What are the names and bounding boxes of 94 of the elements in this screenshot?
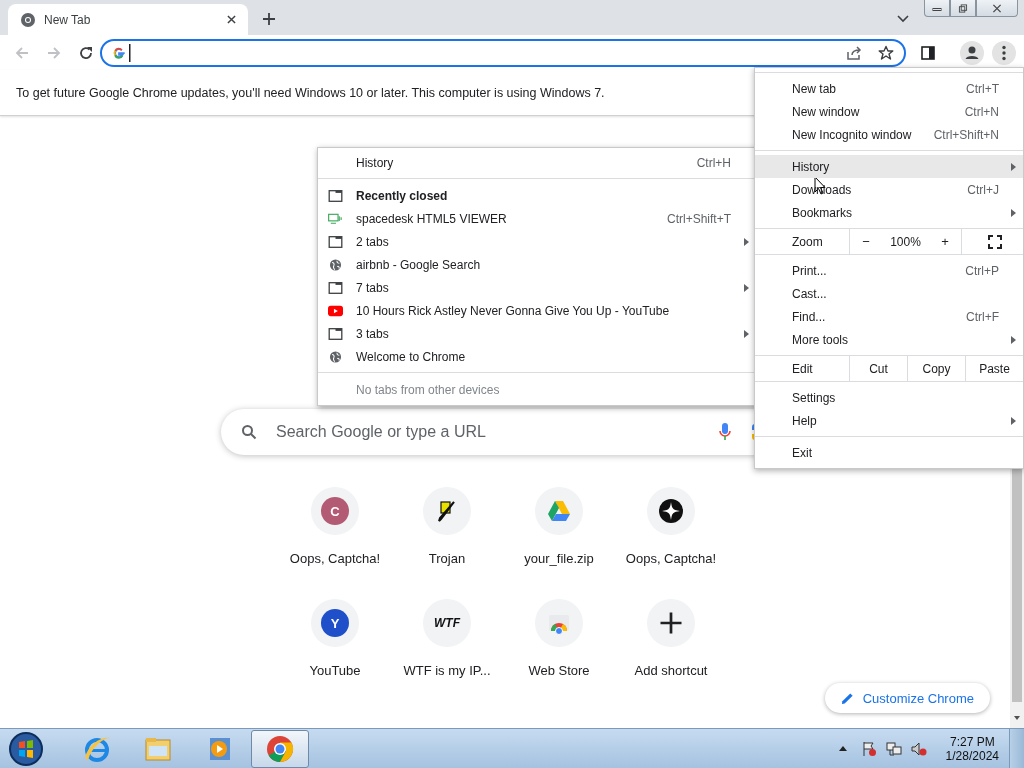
shortcut-label: Add shortcut <box>634 663 708 678</box>
menu-item[interactable]: Cast... <box>755 282 1023 305</box>
monitor-icon <box>328 212 343 225</box>
clock[interactable]: 7:27 PM 1/28/2024 <box>945 734 999 763</box>
menu-item[interactable]: Settings <box>755 386 1023 409</box>
menu-item[interactable]: History <box>755 155 1023 178</box>
text-cursor-icon <box>129 43 131 62</box>
profile-icon[interactable] <box>960 40 984 65</box>
shortcut-tile[interactable]: Web Store <box>503 599 615 711</box>
chrome-taskbar-button[interactable] <box>251 729 309 768</box>
fullscreen-icon[interactable] <box>987 234 1002 249</box>
pencil-icon <box>840 691 854 705</box>
chrome-icon <box>20 11 36 28</box>
menu-item[interactable]: Exit <box>755 441 1023 464</box>
google-icon <box>112 45 126 60</box>
menu-item[interactable]: Find... Ctrl+F <box>755 305 1023 328</box>
zoom-in-button[interactable]: + <box>937 234 953 249</box>
globe-icon <box>328 258 343 271</box>
search-icon <box>241 424 257 440</box>
reload-icon[interactable] <box>78 44 94 61</box>
menu-item[interactable]: Bookmarks <box>755 201 1023 224</box>
shortcut-tile[interactable]: your_file.zip <box>503 487 615 599</box>
share-icon[interactable] <box>846 44 862 61</box>
restore-icon <box>958 3 968 13</box>
search-field[interactable]: Search Google or type a URL <box>274 422 719 442</box>
menu-item[interactable]: New window Ctrl+N <box>755 100 1023 123</box>
side-panel-icon[interactable] <box>920 44 936 61</box>
shortcut-tile[interactable]: Add shortcut <box>615 599 727 711</box>
edit-action-button[interactable]: Paste <box>965 356 1023 381</box>
shortcut-label: YouTube <box>309 663 361 678</box>
letter-avatar: C <box>321 497 349 525</box>
empty-message: No tabs from other devices <box>356 382 500 397</box>
star-icon[interactable] <box>878 44 894 61</box>
menu-item[interactable]: 3 tabs <box>318 322 756 345</box>
minimize-button[interactable] <box>924 0 950 17</box>
letter-avatar: Y <box>321 609 349 637</box>
network-icon[interactable] <box>885 740 902 757</box>
shortcut-label: Oops, Captcha! <box>289 551 381 566</box>
start-button[interactable] <box>8 730 44 767</box>
close-icon[interactable] <box>227 15 236 24</box>
menu-item[interactable]: spacedesk HTML5 VIEWER Ctrl+Shift+T <box>318 207 756 230</box>
volume-icon[interactable] <box>910 740 927 757</box>
window-icon <box>328 189 343 202</box>
shortcut-tile[interactable]: WTF WTF is my IP... <box>391 599 503 711</box>
window-icon <box>328 235 343 248</box>
menu-item[interactable]: Help <box>755 409 1023 432</box>
close-button[interactable] <box>976 0 1018 17</box>
shortcut-tile[interactable]: Trojan <box>391 487 503 599</box>
browser-tab[interactable]: New Tab <box>8 4 248 35</box>
chrome-icon <box>265 733 295 764</box>
shortcut-tile[interactable]: Y YouTube <box>279 599 391 711</box>
site-logo: WTF <box>434 616 460 630</box>
zoom-level: 100% <box>890 234 921 249</box>
zoom-out-button[interactable]: − <box>858 234 874 249</box>
edit-action-button[interactable]: Copy <box>907 356 965 381</box>
shortcut-label: Web Store <box>528 663 590 678</box>
menu-item[interactable]: Print... Ctrl+P <box>755 259 1023 282</box>
restore-button[interactable] <box>950 0 976 17</box>
chevron-down-icon[interactable] <box>897 15 909 23</box>
menu-item[interactable]: airbnb - Google Search <box>318 253 756 276</box>
menu-item[interactable]: More tools <box>755 328 1023 351</box>
shortcut-label: Oops, Captcha! <box>625 551 717 566</box>
shortcut-tile[interactable]: Oops, Captcha! <box>615 487 727 599</box>
edit-label: Edit <box>791 360 814 378</box>
globe-icon <box>328 350 343 363</box>
shortcut-label: WTF is my IP... <box>403 663 491 678</box>
shortcut-tile[interactable]: C Oops, Captcha! <box>279 487 391 599</box>
window-icon <box>328 281 343 294</box>
menu-item[interactable]: 2 tabs <box>318 230 756 253</box>
new-tab-icon[interactable] <box>263 13 275 25</box>
flag-icon[interactable] <box>860 740 877 757</box>
microphone-icon[interactable] <box>719 423 731 441</box>
window-icon <box>328 327 343 340</box>
menu-item[interactable]: 7 tabs <box>318 276 756 299</box>
menu-icon[interactable] <box>992 40 1016 65</box>
sparkle-icon <box>659 499 683 523</box>
menu-item[interactable]: New Incognito window Ctrl+Shift+N <box>755 123 1023 146</box>
menu-item[interactable]: Recently closed <box>318 184 756 207</box>
edit-action-button[interactable]: Cut <box>849 356 907 381</box>
shortcut-label: your_file.zip <box>524 551 594 566</box>
show-hidden-icons-icon[interactable] <box>838 746 847 751</box>
customize-chrome-button[interactable]: Customize Chrome <box>824 683 990 713</box>
play-icon <box>328 304 343 317</box>
menu-item[interactable]: 10 Hours Rick Astley Never Gonna Give You Up - YouTube <box>318 299 756 322</box>
menu-item[interactable]: New tab Ctrl+T <box>755 77 1023 100</box>
menu-item[interactable]: History Ctrl+H <box>318 152 756 174</box>
close-icon <box>992 3 1002 13</box>
shortcut-label: Trojan <box>428 551 466 566</box>
drive-icon <box>547 499 571 523</box>
zoom-label: Zoom <box>791 233 824 251</box>
update-message: To get future Google Chrome updates, you'll need Windows 10 or later. This computer is using Windows 7. <box>16 85 605 100</box>
plus-icon <box>659 611 683 635</box>
menu-item[interactable]: Welcome to Chrome <box>318 345 756 368</box>
address-bar[interactable] <box>100 38 906 67</box>
